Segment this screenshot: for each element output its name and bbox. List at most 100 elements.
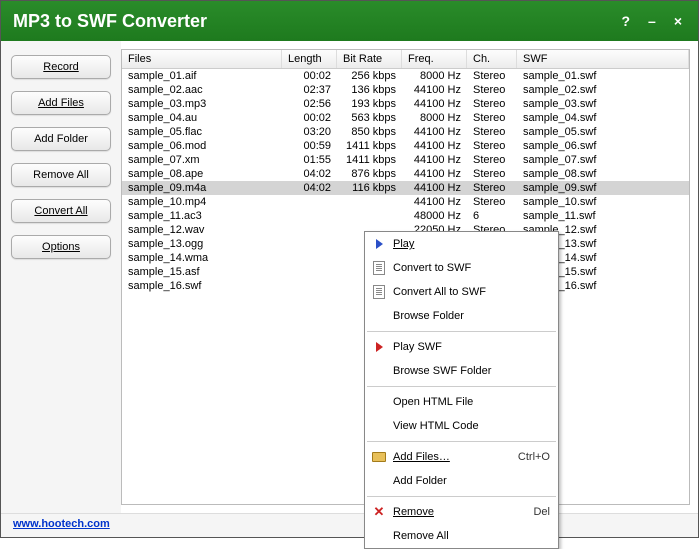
table-row[interactable]: sample_09.m4a04:02116 kbps44100 HzStereo… (122, 181, 689, 195)
table-row[interactable]: sample_08.ape04:02876 kbps44100 HzStereo… (122, 167, 689, 181)
add-files-button[interactable]: Add Files (11, 91, 111, 115)
cm-play[interactable]: Play (365, 232, 558, 256)
cell: 00:02 (282, 111, 337, 125)
cell: 03:20 (282, 125, 337, 139)
cell: 563 kbps (337, 111, 402, 125)
cm-view-html-code[interactable]: View HTML Code (365, 414, 558, 438)
cell: sample_09.m4a (122, 181, 282, 195)
cell: sample_02.aac (122, 83, 282, 97)
cm-separator (367, 386, 556, 387)
play-icon (369, 236, 389, 252)
cell: sample_05.swf (517, 125, 689, 139)
table-row[interactable]: sample_07.xm01:551411 kbps44100 HzStereo… (122, 153, 689, 167)
cell: sample_11.ac3 (122, 209, 282, 223)
cell (282, 237, 337, 251)
cell: Stereo (467, 167, 517, 181)
table-row[interactable]: sample_01.aif00:02256 kbps8000 HzStereos… (122, 69, 689, 83)
close-button[interactable]: × (670, 13, 686, 29)
cm-convert-all-to-swf[interactable]: Convert All to SWF (365, 280, 558, 304)
cell: sample_15.asf (122, 265, 282, 279)
convert-all-button[interactable]: Convert All (11, 199, 111, 223)
col-header-ch[interactable]: Ch. (467, 50, 517, 68)
cm-play-swf[interactable]: Play SWF (365, 335, 558, 359)
col-header-files[interactable]: Files (122, 50, 282, 68)
col-header-bitrate[interactable]: Bit Rate (337, 50, 402, 68)
cm-separator (367, 331, 556, 332)
cell: Stereo (467, 111, 517, 125)
content-area: Files Length Bit Rate Freq. Ch. SWF samp… (121, 41, 698, 513)
add-folder-button[interactable]: Add Folder (11, 127, 111, 151)
cell: 01:55 (282, 153, 337, 167)
col-header-freq[interactable]: Freq. (402, 50, 467, 68)
cell: 44100 Hz (402, 139, 467, 153)
cm-remove-all[interactable]: Remove All (365, 524, 558, 548)
cell: Stereo (467, 69, 517, 83)
cell: 00:02 (282, 69, 337, 83)
cell: 02:56 (282, 97, 337, 111)
cell: sample_04.swf (517, 111, 689, 125)
play-icon (369, 339, 389, 355)
cell: 193 kbps (337, 97, 402, 111)
cell: Stereo (467, 97, 517, 111)
cell: sample_06.swf (517, 139, 689, 153)
table-row[interactable]: sample_06.mod00:591411 kbps44100 HzStere… (122, 139, 689, 153)
cell: Stereo (467, 139, 517, 153)
cm-add-folder[interactable]: Add Folder (365, 469, 558, 493)
titlebar-controls: ? – × (617, 13, 686, 29)
titlebar: MP3 to SWF Converter ? – × (1, 1, 698, 41)
window-title: MP3 to SWF Converter (13, 11, 207, 32)
table-row[interactable]: sample_10.mp444100 HzStereosample_10.swf (122, 195, 689, 209)
document-icon (369, 260, 389, 276)
cell: sample_08.swf (517, 167, 689, 181)
cm-convert-to-swf[interactable]: Convert to SWF (365, 256, 558, 280)
documents-icon (369, 284, 389, 300)
table-row[interactable]: sample_02.aac02:37136 kbps44100 HzStereo… (122, 83, 689, 97)
options-button[interactable]: Options (11, 235, 111, 259)
footer: www.hootech.com (1, 513, 698, 537)
cell: sample_11.swf (517, 209, 689, 223)
cell: 44100 Hz (402, 195, 467, 209)
cell: 48000 Hz (402, 209, 467, 223)
table-row[interactable]: sample_04.au00:02563 kbps8000 HzStereosa… (122, 111, 689, 125)
minimize-button[interactable]: – (644, 13, 660, 29)
cm-browse-folder[interactable]: Browse Folder (365, 304, 558, 328)
cell: 8000 Hz (402, 111, 467, 125)
help-button[interactable]: ? (617, 13, 634, 29)
table-row[interactable]: sample_03.mp302:56193 kbps44100 HzStereo… (122, 97, 689, 111)
cell: 1411 kbps (337, 153, 402, 167)
context-menu: Play Convert to SWF Convert All to SWF B… (364, 231, 559, 549)
hootech-link[interactable]: www.hootech.com (13, 518, 110, 530)
cell: sample_01.aif (122, 69, 282, 83)
cell (282, 265, 337, 279)
cell: 256 kbps (337, 69, 402, 83)
cm-open-html-file[interactable]: Open HTML File (365, 390, 558, 414)
cell: sample_12.wav (122, 223, 282, 237)
col-header-length[interactable]: Length (282, 50, 337, 68)
cell: 6 (467, 209, 517, 223)
cell: sample_08.ape (122, 167, 282, 181)
cell: 00:59 (282, 139, 337, 153)
cell: 04:02 (282, 167, 337, 181)
cell: Stereo (467, 125, 517, 139)
sidebar: Record Add Files Add Folder Remove All C… (1, 41, 121, 513)
cell: sample_03.mp3 (122, 97, 282, 111)
cell: 1411 kbps (337, 139, 402, 153)
cell: sample_06.mod (122, 139, 282, 153)
remove-all-button[interactable]: Remove All (11, 163, 111, 187)
cell (282, 223, 337, 237)
cm-remove[interactable]: ✕ Remove Del (365, 500, 558, 524)
table-row[interactable]: sample_05.flac03:20850 kbps44100 HzStere… (122, 125, 689, 139)
record-button[interactable]: Record (11, 55, 111, 79)
cell: 876 kbps (337, 167, 402, 181)
cell: 850 kbps (337, 125, 402, 139)
cell: 8000 Hz (402, 69, 467, 83)
cell: 44100 Hz (402, 97, 467, 111)
cm-add-files[interactable]: Add Files… Ctrl+O (365, 445, 558, 469)
cell (282, 251, 337, 265)
col-header-swf[interactable]: SWF (517, 50, 689, 68)
table-row[interactable]: sample_11.ac3 48000 Hz6sample_11.swf (122, 209, 689, 223)
cm-browse-swf-folder[interactable]: Browse SWF Folder (365, 359, 558, 383)
cm-separator (367, 441, 556, 442)
cell: 44100 Hz (402, 125, 467, 139)
cell: sample_04.au (122, 111, 282, 125)
